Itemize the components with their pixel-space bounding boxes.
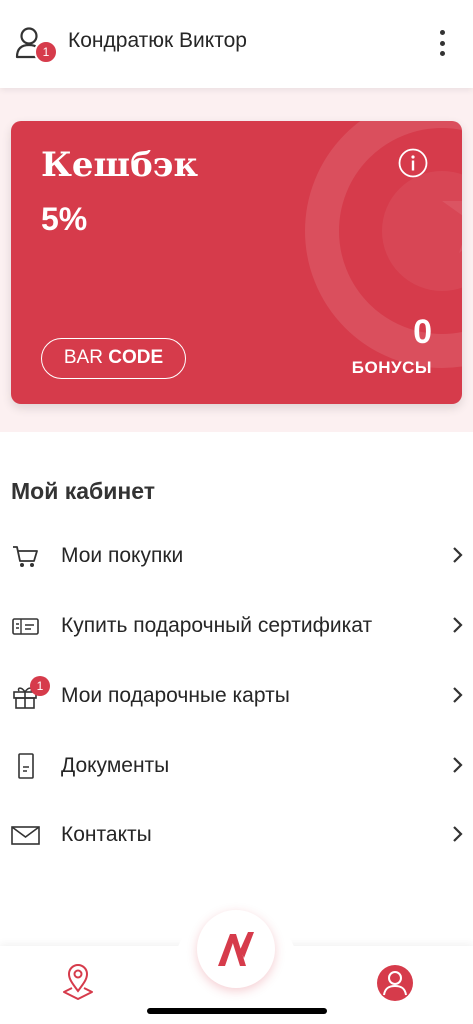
card-decoration — [305, 121, 462, 368]
cashback-percent: 5% — [41, 201, 88, 237]
location-pin-icon[interactable] — [60, 963, 96, 1003]
menu-item-label: Документы — [61, 754, 170, 777]
menu-item-label: Купить подарочный сертификат — [61, 614, 373, 637]
menu-item-contacts[interactable]: Контакты — [0, 807, 473, 863]
chevron-right-icon — [449, 823, 465, 845]
home-indicator — [147, 1008, 327, 1014]
chevron-right-icon — [449, 754, 465, 776]
barcode-label-bold: CODE — [108, 347, 164, 368]
certificate-icon — [10, 612, 40, 640]
menu-item-buy-certificate[interactable]: Купить подарочный сертификат — [0, 598, 473, 654]
more-vertical-icon[interactable] — [430, 26, 454, 60]
brand-logo-button[interactable] — [197, 910, 275, 988]
bonus-label: БОНУСЫ — [351, 358, 432, 377]
chevron-right-icon — [449, 614, 465, 636]
gift-cards-badge: 1 — [30, 676, 50, 696]
menu-item-purchases[interactable]: Мои покупки — [0, 528, 473, 584]
document-icon — [10, 752, 40, 780]
card-section: Кешбэк 5% BAR CODE 0 БОНУСЫ — [0, 88, 473, 432]
brand-logo — [218, 932, 254, 966]
top-header: 1 Кондратюк Виктор — [0, 0, 473, 88]
menu-item-label: Контакты — [61, 823, 152, 846]
profile-icon[interactable] — [376, 964, 414, 1002]
cart-icon — [10, 542, 40, 570]
user-name[interactable]: Кондратюк Виктор — [68, 29, 247, 53]
menu-item-documents[interactable]: Документы — [0, 738, 473, 794]
notification-badge: 1 — [34, 40, 58, 64]
barcode-label-prefix: BAR — [63, 347, 103, 368]
section-title: Мой кабинет — [11, 478, 156, 504]
barcode-button[interactable]: BAR CODE — [41, 338, 186, 379]
chevron-right-icon — [449, 684, 465, 706]
cashback-card[interactable]: Кешбэк 5% BAR CODE 0 БОНУСЫ — [11, 121, 462, 404]
menu-item-label: Мои подарочные карты — [61, 684, 290, 707]
card-title: Кешбэк — [41, 145, 199, 185]
envelope-icon — [10, 821, 40, 849]
bonus-value: 0 — [413, 313, 432, 351]
chevron-right-icon — [449, 544, 465, 566]
menu-item-gift-cards[interactable]: 1 Мои подарочные карты — [0, 668, 473, 724]
menu-item-label: Мои покупки — [61, 544, 184, 567]
info-icon[interactable] — [398, 148, 428, 178]
